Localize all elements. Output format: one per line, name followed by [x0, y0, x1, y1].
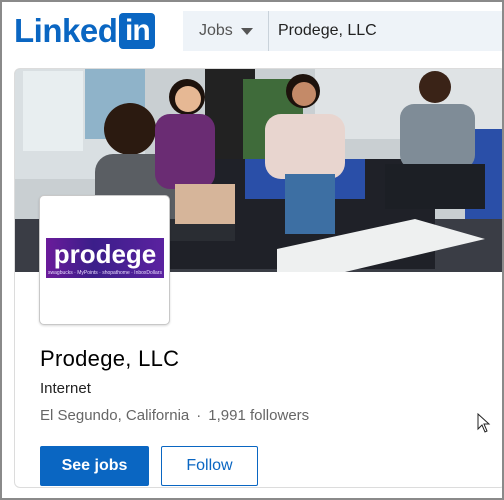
search-bar: Jobs Prodege, LLC — [183, 11, 502, 51]
linkedin-logo[interactable]: Linked in — [14, 12, 156, 49]
company-industry: Internet — [40, 380, 91, 397]
logo-word: prodege — [53, 239, 157, 269]
company-logo[interactable]: prodege swagbucks · MyPoints · shopathom… — [39, 195, 170, 325]
jobs-dropdown[interactable]: Jobs — [183, 11, 269, 51]
company-name: Prodege, LLC — [40, 346, 180, 371]
chevron-down-icon — [240, 27, 253, 35]
follow-button[interactable]: Follow — [161, 446, 258, 486]
see-jobs-button[interactable]: See jobs — [40, 446, 149, 486]
logo-wordmark: Linked — [14, 12, 118, 49]
jobs-dropdown-label: Jobs — [199, 22, 233, 39]
company-followers: 1,991 followers — [208, 407, 310, 424]
browser-frame: Linked in Jobs Prodege, LLC prodege swag… — [0, 0, 504, 500]
search-input[interactable]: Prodege, LLC — [269, 22, 377, 40]
logo-in-box: in — [119, 13, 156, 49]
company-location: El Segundo, California — [40, 407, 190, 424]
prodege-logo-mark: prodege swagbucks · MyPoints · shopathom… — [46, 238, 164, 278]
company-card: prodege swagbucks · MyPoints · shopathom… — [14, 68, 502, 488]
logo-brands: swagbucks · MyPoints · shopathome · Inbo… — [48, 270, 162, 276]
company-meta: El Segundo, California · 1,991 followers — [40, 407, 309, 424]
mouse-pointer-icon — [477, 413, 491, 433]
meta-separator: · — [196, 407, 202, 424]
